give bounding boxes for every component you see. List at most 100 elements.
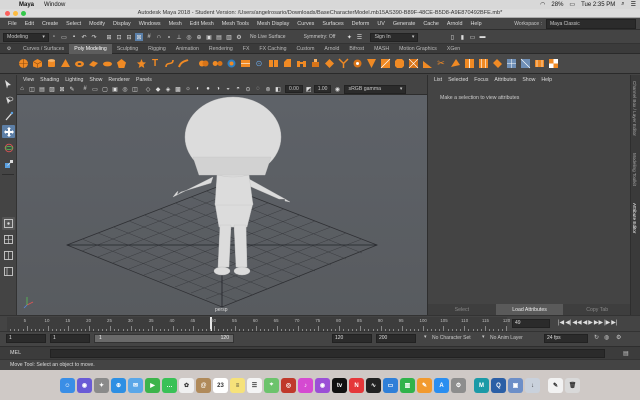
bevel-icon[interactable] [281,58,293,70]
use-all-lights-icon[interactable]: ☼ [184,85,192,93]
loop-icon[interactable]: ↻ [594,334,599,341]
poly-type-icon[interactable]: T [149,58,161,70]
extract-icon[interactable]: ⊙ [253,58,265,70]
2d-pan-zoom-icon[interactable]: ⊠ [58,85,66,93]
menu-display[interactable]: Display [113,21,131,27]
panel-toggle-3-icon[interactable]: ▭ [468,33,476,41]
super-shape-icon[interactable] [135,58,147,70]
appletv-icon[interactable]: tv [332,378,347,393]
current-frame-field[interactable]: 49 [512,319,550,328]
tab-sculpting[interactable]: Sculpting [112,44,143,54]
menu-deform[interactable]: Deform [352,21,370,27]
auto-key-icon[interactable]: ◍ [604,334,609,341]
podcasts-icon[interactable]: ◉ [315,378,330,393]
smooth-shade-icon[interactable]: ◆ [154,85,162,93]
chamfer-icon[interactable] [393,58,405,70]
notification-center-icon[interactable]: ☰ [631,1,636,8]
play-backwards-icon[interactable]: ◀ [583,319,588,326]
menu-surfaces[interactable]: Surfaces [322,21,343,27]
menu-curves[interactable]: Curves [297,21,314,27]
film-gate-icon[interactable]: ▭ [91,85,99,93]
bookmarks-icon[interactable]: ▤ [38,85,46,93]
tab-bifrost[interactable]: Bifrost [344,44,369,54]
maps-icon[interactable]: ⌖ [264,378,279,393]
platonic-solid-icon[interactable] [115,58,127,70]
menu-window[interactable]: Window [44,2,65,8]
exposure-icon[interactable]: ◧ [274,85,282,93]
four-view-layout-icon[interactable] [2,233,15,246]
menu-arnold[interactable]: Arnold [447,21,463,27]
attr-menu-list[interactable]: List [434,77,442,83]
snap-grid-icon[interactable]: # [145,33,153,41]
fps-dropdown[interactable]: 24 fps [544,334,588,343]
character-set-label[interactable]: No Character Set [432,335,471,341]
tab-poly-modeling[interactable]: Poly Modeling [69,43,112,54]
undo-icon[interactable]: ↶ [80,33,88,41]
select-object-icon[interactable]: ⊡ [115,33,123,41]
anim-layer-icon[interactable]: ▾ [482,334,485,340]
lasso-tool-icon[interactable] [2,93,15,106]
edge-loop-icon[interactable] [463,58,475,70]
preview-icon[interactable]: ▣ [508,378,523,393]
step-back-frame-icon[interactable]: ◀◀ [572,319,581,326]
viewport-menu-show[interactable]: Show [89,77,102,83]
menu-windows[interactable]: Windows [139,21,161,27]
outliner-layout-icon[interactable] [2,265,15,278]
open-scene-icon[interactable]: ▭ [60,33,68,41]
gamma-icon[interactable]: ◩ [305,85,313,93]
tab-rendering[interactable]: Rendering [204,44,238,54]
menu-edit[interactable]: Edit [25,21,34,27]
sweep-mesh-icon[interactable] [177,58,189,70]
workspace-dropdown[interactable]: Maya Classic [546,19,636,29]
menu-mesh-tools[interactable]: Mesh Tools [222,21,249,27]
target-weld-icon[interactable] [449,58,461,70]
select-hierarchy-icon[interactable]: ⊞ [105,33,113,41]
viewport-menu-lighting[interactable]: Lighting [65,77,83,83]
motion-blur-icon[interactable]: ◑ [214,85,222,93]
render-frame-icon[interactable]: ▤ [215,33,223,41]
step-forward-key-icon[interactable]: |▶ [604,319,610,326]
tab-curves-surfaces[interactable]: Curves / Surfaces [18,44,69,54]
select-by-type-icon[interactable]: ⊠ [135,33,143,41]
grid-toggle-icon[interactable]: # [81,85,89,93]
appstore-icon[interactable]: A [434,378,449,393]
smooth-icon[interactable] [225,58,237,70]
new-scene-icon[interactable]: ▫ [50,33,58,41]
live-surface-label[interactable]: No Live Surface [250,34,286,40]
mirror-icon[interactable] [267,58,279,70]
symmetry-label[interactable]: Symmetry: Off [304,34,336,40]
tab-motion-graphics[interactable]: Motion Graphics [394,44,442,54]
scene-start-field[interactable]: 1 [6,334,46,343]
tab-animation[interactable]: Animation [171,44,204,54]
select-button[interactable]: Select [428,304,496,315]
maya-icon[interactable]: M [474,378,489,393]
merge-to-center-icon[interactable] [351,58,363,70]
menu-app-name[interactable]: Maya [19,2,34,8]
two-pane-layout-icon[interactable] [2,249,15,262]
snap-curve-icon[interactable]: ∩ [155,33,163,41]
redo-icon[interactable]: ↷ [90,33,98,41]
snap-view-icon[interactable]: ⊥ [175,33,183,41]
load-attributes-button[interactable]: Load Attributes [495,304,564,315]
tab-fx[interactable]: FX [238,44,255,54]
svg-icon[interactable] [163,58,175,70]
itunes-icon[interactable]: ♪ [298,378,313,393]
anim-prefs-icon[interactable]: ⚙ [616,334,621,341]
quicktime-icon[interactable]: Q [491,378,506,393]
viewport-menu-view[interactable]: View [23,77,34,83]
command-input[interactable] [50,348,605,358]
color-space-dropdown[interactable]: sRGB gamma ▾ [344,84,407,94]
render-view-icon[interactable]: ▣ [205,33,213,41]
select-tool-icon[interactable] [2,77,15,90]
paint-select-tool-icon[interactable] [2,109,15,122]
sign-in-button[interactable]: Sign In ▾ [370,32,419,42]
textured-icon[interactable]: ▩ [174,85,182,93]
render-settings-icon[interactable]: ⚙ [235,33,243,41]
finder-icon[interactable]: ☺ [60,378,75,393]
menu-select[interactable]: Select [66,21,81,27]
downloads-icon[interactable]: ↓ [525,378,540,393]
go-to-end-icon[interactable]: ▶| [611,319,617,326]
command-language-label[interactable]: MEL [0,350,50,356]
resolution-gate-icon[interactable]: ▢ [101,85,109,93]
menuset-dropdown[interactable]: Modeling ▾ [3,32,49,42]
